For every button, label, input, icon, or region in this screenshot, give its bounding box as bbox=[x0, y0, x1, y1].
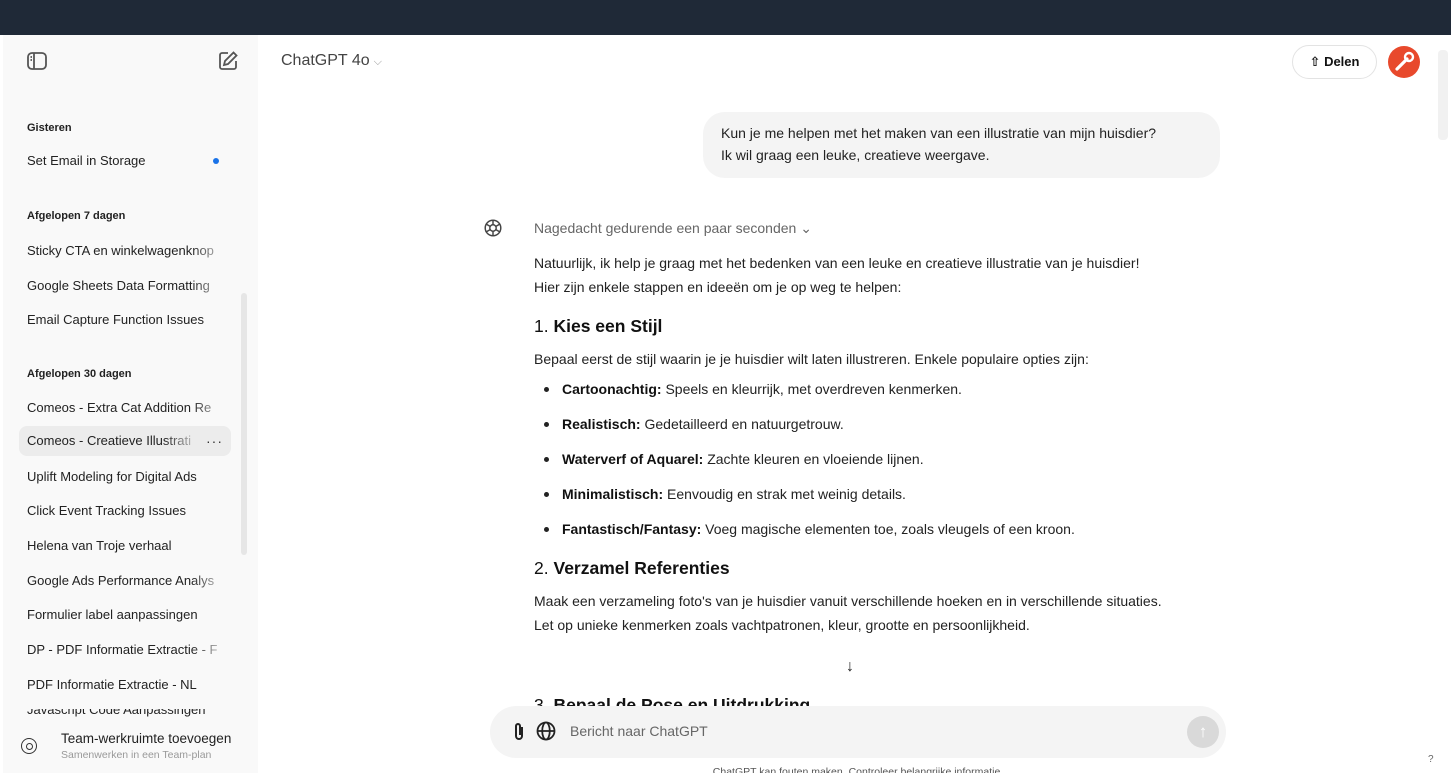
chat-item[interactable]: Set Email in Storage bbox=[19, 146, 231, 176]
section-heading: 2. Verzamel Referenties bbox=[534, 558, 730, 578]
send-button[interactable]: ↑ bbox=[1187, 716, 1219, 748]
chat-item[interactable]: PDF Informatie Extractie - NL bbox=[19, 670, 231, 700]
answer-paragraph: Hier zijn enkele stappen en ideeën om je… bbox=[534, 279, 902, 295]
model-selector[interactable]: ChatGPT 4o ⌵ bbox=[281, 52, 382, 70]
more-options-icon[interactable]: ··· bbox=[206, 426, 223, 456]
chat-item-active[interactable]: Comeos - Creatieve Illustrati ··· bbox=[19, 426, 231, 456]
list-item: Fantastisch/Fantasy: Voeg magische eleme… bbox=[534, 517, 1254, 541]
group-title-yesterday: Gisteren bbox=[27, 122, 72, 134]
chat-item[interactable]: DP - PDF Informatie Extractie - F bbox=[19, 635, 231, 665]
chat-item[interactable]: Helena van Troje verhaal bbox=[19, 531, 231, 561]
chat-item-label: Google Ads Performance Analys bbox=[27, 573, 215, 588]
chat-item-label: Click Event Tracking Issues bbox=[27, 503, 186, 518]
chat-item[interactable]: Sticky CTA en winkelwagenknop bbox=[19, 236, 231, 266]
avatar[interactable] bbox=[1388, 46, 1420, 78]
answer-paragraph: Bepaal eerst de stijl waarin je je huisd… bbox=[534, 351, 1089, 367]
chat-item-partial[interactable]: Javascript Code Aanpassingen bbox=[27, 709, 206, 719]
app-window: Gisteren Set Email in Storage Afgelopen … bbox=[3, 35, 1451, 773]
chat-item[interactable]: Google Sheets Data Formatting bbox=[19, 271, 231, 301]
unread-dot bbox=[213, 158, 219, 164]
chevron-down-icon: ⌄ bbox=[800, 220, 812, 236]
chat-item-label: Sticky CTA en winkelwagenknop bbox=[27, 243, 214, 258]
thought-label: Nagedacht gedurende een paar seconden bbox=[534, 220, 797, 236]
list-item: Minimalistisch: Eenvoudig en strak met w… bbox=[534, 482, 1254, 506]
share-button[interactable]: ⇧ Delen bbox=[1292, 45, 1377, 79]
list-item: Waterverf of Aquarel: Zachte kleuren en … bbox=[534, 447, 1254, 471]
section-heading: 1. Kies een Stijl bbox=[534, 316, 663, 336]
list-item: Realistisch: Gedetailleerd en natuurgetr… bbox=[534, 412, 1254, 436]
chat-item-label: Set Email in Storage bbox=[27, 153, 146, 168]
section-heading-partial: 3. Bepaal de Pose en Uitdrukking bbox=[534, 695, 811, 707]
assistant-answer: Natuurlijk, ik help je graag met het bed… bbox=[534, 251, 1254, 637]
new-chat-icon[interactable] bbox=[216, 49, 240, 73]
chat-item-label: Email Capture Function Issues bbox=[27, 312, 205, 327]
search-web-globe-icon[interactable] bbox=[535, 720, 557, 742]
disclaimer: ChatGPT kan fouten maken. Controleer bel… bbox=[712, 766, 1004, 773]
chat-item-label: Formulier label aanpassingen bbox=[27, 607, 198, 622]
chat-item[interactable]: Email Capture Function Issues bbox=[19, 305, 231, 335]
page-scrollbar[interactable] bbox=[1438, 50, 1448, 140]
chat-item-label: Helena van Troje verhaal bbox=[27, 538, 172, 553]
chatgpt-logo-icon bbox=[484, 219, 502, 237]
answer-paragraph: Let op unieke kenmerken zoals vachtpatro… bbox=[534, 617, 1030, 633]
sidebar: Gisteren Set Email in Storage Afgelopen … bbox=[3, 35, 258, 773]
arrow-up-icon: ↑ bbox=[1198, 722, 1208, 741]
chat-item[interactable]: Formulier label aanpassingen bbox=[19, 600, 231, 630]
user-message: Kun je me helpen met het maken van een i… bbox=[703, 112, 1220, 178]
attach-paperclip-icon[interactable] bbox=[510, 721, 528, 743]
user-message-line: Ik wil graag een leuke, creatieve weerga… bbox=[721, 147, 990, 163]
chat-item[interactable]: Uplift Modeling for Digital Ads bbox=[19, 462, 231, 492]
share-label: Delen bbox=[1324, 54, 1360, 69]
share-icon: ⇧ bbox=[1309, 54, 1321, 69]
team-workspace-button[interactable]: Team-werkruimte toevoegen Samenwerken in… bbox=[3, 727, 258, 773]
chat-item-label: DP - PDF Informatie Extractie - F bbox=[27, 642, 218, 657]
style-list: Cartoonachtig: Speels en kleurrijk, met … bbox=[534, 377, 1254, 541]
sidebar-toggle-icon[interactable] bbox=[25, 49, 49, 73]
chat-item[interactable]: Click Event Tracking Issues bbox=[19, 496, 231, 526]
user-message-line: Kun je me helpen met het maken van een i… bbox=[721, 125, 1157, 141]
answer-paragraph: Natuurlijk, ik help je graag met het bed… bbox=[534, 255, 1140, 271]
team-subtitle: Samenwerken in een Team-plan bbox=[61, 749, 212, 761]
chat-item[interactable]: Google Ads Performance Analys bbox=[19, 566, 231, 596]
team-title: Team-werkruimte toevoegen bbox=[61, 731, 232, 746]
help-button[interactable]: ? bbox=[1428, 754, 1434, 765]
list-item: Cartoonachtig: Speels en kleurrijk, met … bbox=[534, 377, 1254, 401]
chat-item-label: PDF Informatie Extractie - NL bbox=[27, 677, 197, 692]
team-icon bbox=[21, 738, 37, 754]
sidebar-scrollbar[interactable] bbox=[241, 293, 247, 555]
chat-item-label: Uplift Modeling for Digital Ads bbox=[27, 469, 197, 484]
message-composer: Bericht naar ChatGPT ↑ bbox=[490, 706, 1226, 758]
chat-item-label: Google Sheets Data Formatting bbox=[27, 278, 210, 293]
chat-item-label: Comeos - Extra Cat Addition Re bbox=[27, 400, 212, 415]
wrench-icon bbox=[1395, 51, 1415, 71]
group-title-7-days: Afgelopen 7 dagen bbox=[27, 210, 126, 222]
thought-toggle[interactable]: Nagedacht gedurende een paar seconden ⌄ bbox=[534, 220, 812, 237]
model-name: ChatGPT 4o bbox=[281, 52, 370, 69]
answer-paragraph: Maak een verzameling foto's van je huisd… bbox=[534, 593, 1162, 609]
chevron-down-icon: ⌵ bbox=[373, 56, 382, 68]
message-input[interactable]: Bericht naar ChatGPT bbox=[570, 723, 708, 739]
scroll-down-arrow-icon[interactable]: ↓ bbox=[846, 658, 854, 676]
group-title-30-days: Afgelopen 30 dagen bbox=[27, 368, 132, 380]
top-strip bbox=[0, 0, 1451, 35]
chat-item[interactable]: Comeos - Extra Cat Addition Re bbox=[19, 393, 231, 423]
